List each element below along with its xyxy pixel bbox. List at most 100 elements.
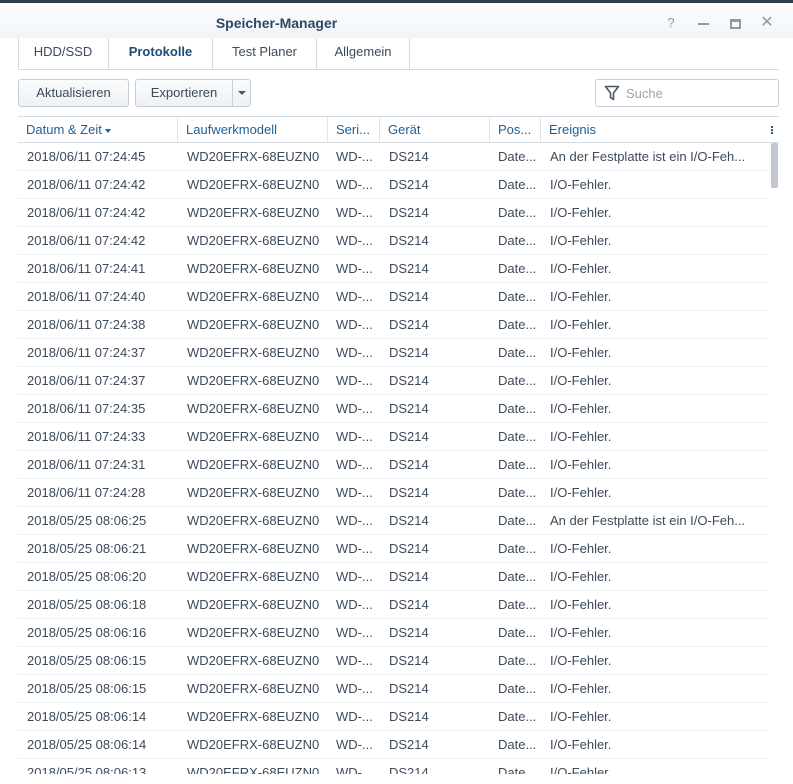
refresh-button[interactable]: Aktualisieren <box>18 79 129 107</box>
cell-event: I/O-Fehler. <box>550 233 612 248</box>
cell-serial: WD-... <box>336 373 373 388</box>
cell-position: Date... <box>498 737 537 752</box>
tab-protokolle[interactable]: Protokolle <box>109 38 213 69</box>
tab-hdd-ssd[interactable]: HDD/SSD <box>18 38 109 69</box>
cell-device: DS214 <box>389 765 429 774</box>
cell-serial: WD-... <box>336 681 373 696</box>
table-row[interactable]: 2018/06/11 07:24:41 WD20EFRX-68EUZN0 WD-..… <box>18 255 768 283</box>
minimize-icon[interactable] <box>692 13 714 33</box>
column-header-model[interactable]: Laufwerkmodell <box>178 117 328 142</box>
export-dropdown-button[interactable] <box>232 80 250 106</box>
search-box[interactable] <box>595 79 779 107</box>
maximize-icon[interactable] <box>724 13 746 33</box>
cell-date: 2018/05/25 08:06:15 <box>27 681 147 696</box>
cell-date: 2018/06/11 07:24:33 <box>27 429 146 444</box>
export-button[interactable]: Exportieren <box>136 80 232 106</box>
cell-model: WD20EFRX-68EUZN0 <box>187 709 320 724</box>
tab-test-planer[interactable]: Test Planer <box>213 38 317 69</box>
cell-serial: WD-... <box>336 401 373 416</box>
table-row[interactable]: 2018/05/25 08:06:16 WD20EFRX-68EUZN0 WD-..… <box>18 619 768 647</box>
close-icon[interactable]: ✕ <box>756 13 778 33</box>
table-row[interactable]: 2018/05/25 08:06:21 WD20EFRX-68EUZN0 WD-..… <box>18 535 768 563</box>
cell-event: An der Festplatte ist ein I/O-Feh... <box>550 149 746 164</box>
cell-date: 2018/06/11 07:24:42 <box>27 233 146 248</box>
cell-model: WD20EFRX-68EUZN0 <box>187 457 320 472</box>
tab-allgemein[interactable]: Allgemein <box>317 38 410 69</box>
table-row[interactable]: 2018/06/11 07:24:37 WD20EFRX-68EUZN0 WD-..… <box>18 339 768 367</box>
table-row[interactable]: 2018/05/25 08:06:18 WD20EFRX-68EUZN0 WD-..… <box>18 591 768 619</box>
cell-serial: WD-... <box>336 457 373 472</box>
table-row[interactable]: 2018/06/11 07:24:42 WD20EFRX-68EUZN0 WD-..… <box>18 171 768 199</box>
cell-position: Date... <box>498 261 537 276</box>
cell-model: WD20EFRX-68EUZN0 <box>187 737 320 752</box>
table-row[interactable]: 2018/05/25 08:06:14 WD20EFRX-68EUZN0 WD-..… <box>18 731 768 759</box>
cell-date: 2018/06/11 07:24:38 <box>27 317 146 332</box>
cell-event: I/O-Fehler. <box>550 737 612 752</box>
table-row[interactable]: 2018/05/25 08:06:13 WD20EFRX-68EUZN0 WD-..… <box>18 759 768 774</box>
cell-serial: WD-... <box>336 485 373 500</box>
cell-position: Date... <box>498 541 537 556</box>
column-header-serial[interactable]: Seri... <box>328 117 380 142</box>
column-header-device[interactable]: Gerät <box>380 117 490 142</box>
help-icon[interactable]: ? <box>660 13 682 33</box>
cell-date: 2018/05/25 08:06:20 <box>27 569 147 584</box>
table-row[interactable]: 2018/05/25 08:06:25 WD20EFRX-68EUZN0 WD-..… <box>18 507 768 535</box>
cell-device: DS214 <box>389 177 429 192</box>
scrollbar-thumb[interactable] <box>771 143 778 188</box>
cell-date: 2018/06/11 07:24:41 <box>27 261 146 276</box>
cell-position: Date... <box>498 233 537 248</box>
cell-device: DS214 <box>389 373 429 388</box>
cell-position: Date... <box>498 485 537 500</box>
cell-event: I/O-Fehler. <box>550 541 612 556</box>
column-menu-icon[interactable] <box>766 117 779 142</box>
table-row[interactable]: 2018/06/11 07:24:38 WD20EFRX-68EUZN0 WD-..… <box>18 311 768 339</box>
cell-device: DS214 <box>389 261 429 276</box>
filter-icon <box>604 85 620 101</box>
cell-model: WD20EFRX-68EUZN0 <box>187 653 320 668</box>
cell-device: DS214 <box>389 485 429 500</box>
cell-model: WD20EFRX-68EUZN0 <box>187 177 320 192</box>
column-header-position[interactable]: Pos... <box>490 117 541 142</box>
table-row[interactable]: 2018/06/11 07:24:40 WD20EFRX-68EUZN0 WD-..… <box>18 283 768 311</box>
title-bar[interactable]: Speicher-Manager ? ✕ <box>0 6 793 38</box>
cell-model: WD20EFRX-68EUZN0 <box>187 597 320 612</box>
table-row[interactable]: 2018/06/11 07:24:42 WD20EFRX-68EUZN0 WD-..… <box>18 199 768 227</box>
table-row[interactable]: 2018/06/11 07:24:37 WD20EFRX-68EUZN0 WD-..… <box>18 367 768 395</box>
table-row[interactable]: 2018/05/25 08:06:15 WD20EFRX-68EUZN0 WD-..… <box>18 675 768 703</box>
cell-position: Date... <box>498 149 537 164</box>
cell-event: An der Festplatte ist ein I/O-Feh... <box>550 513 746 528</box>
table-row[interactable]: 2018/06/11 07:24:33 WD20EFRX-68EUZN0 WD-..… <box>18 423 768 451</box>
table-row[interactable]: 2018/05/25 08:06:15 WD20EFRX-68EUZN0 WD-..… <box>18 647 768 675</box>
cell-device: DS214 <box>389 317 429 332</box>
vertical-scrollbar[interactable] <box>770 143 779 774</box>
cell-serial: WD-... <box>336 541 373 556</box>
cell-position: Date... <box>498 429 537 444</box>
cell-date: 2018/05/25 08:06:18 <box>27 597 147 612</box>
cell-device: DS214 <box>389 457 429 472</box>
table-row[interactable]: 2018/05/25 08:06:20 WD20EFRX-68EUZN0 WD-..… <box>18 563 768 591</box>
cell-position: Date... <box>498 177 537 192</box>
cell-serial: WD-... <box>336 625 373 640</box>
cell-device: DS214 <box>389 429 429 444</box>
column-header-date[interactable]: Datum & Zeit <box>18 117 178 142</box>
column-header-event[interactable]: Ereignis <box>541 117 766 142</box>
table-row[interactable]: 2018/06/11 07:24:31 WD20EFRX-68EUZN0 WD-..… <box>18 451 768 479</box>
table-row[interactable]: 2018/06/11 07:24:42 WD20EFRX-68EUZN0 WD-..… <box>18 227 768 255</box>
cell-event: I/O-Fehler. <box>550 289 612 304</box>
cell-date: 2018/05/25 08:06:14 <box>27 709 147 724</box>
cell-date: 2018/05/25 08:06:13 <box>27 765 147 774</box>
grid-body: 2018/06/11 07:24:45 WD20EFRX-68EUZN0 WD-..… <box>18 143 768 774</box>
grid-header: Datum & Zeit Laufwerkmodell Seri... Gerä… <box>18 116 779 143</box>
cell-model: WD20EFRX-68EUZN0 <box>187 233 320 248</box>
table-row[interactable]: 2018/06/11 07:24:45 WD20EFRX-68EUZN0 WD-..… <box>18 143 768 171</box>
cell-serial: WD-... <box>336 429 373 444</box>
table-row[interactable]: 2018/06/11 07:24:28 WD20EFRX-68EUZN0 WD-..… <box>18 479 768 507</box>
cell-device: DS214 <box>389 233 429 248</box>
cell-position: Date... <box>498 625 537 640</box>
search-input[interactable] <box>626 83 774 103</box>
table-row[interactable]: 2018/06/11 07:24:35 WD20EFRX-68EUZN0 WD-..… <box>18 395 768 423</box>
cell-model: WD20EFRX-68EUZN0 <box>187 289 320 304</box>
cell-model: WD20EFRX-68EUZN0 <box>187 345 320 360</box>
table-row[interactable]: 2018/05/25 08:06:14 WD20EFRX-68EUZN0 WD-..… <box>18 703 768 731</box>
cell-event: I/O-Fehler. <box>550 485 612 500</box>
